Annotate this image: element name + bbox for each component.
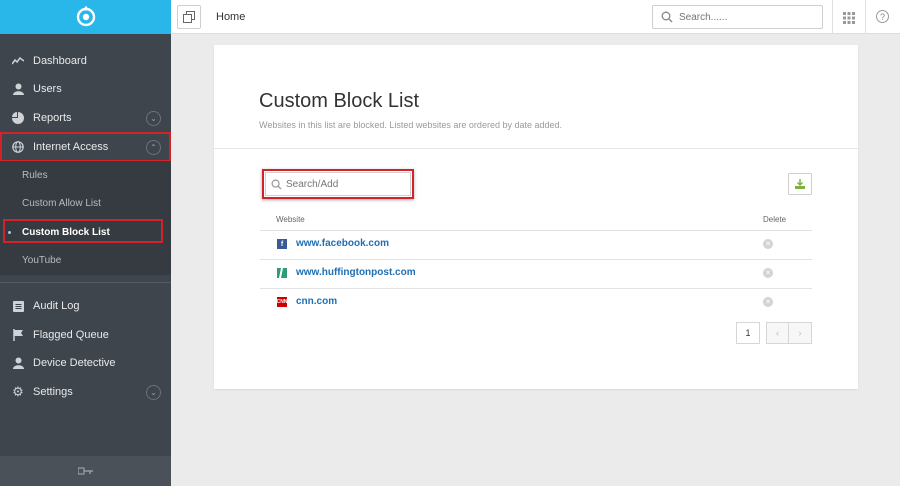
global-search-input[interactable] [679,11,819,23]
search-icon [661,11,673,23]
sidebar-item-settings[interactable]: ⚙ Settings ⌄ [0,378,171,406]
sidebar-item-label: Flagged Queue [33,329,109,341]
chevron-right-icon: › [798,328,802,338]
help-icon[interactable]: ? [876,10,889,23]
delete-icon[interactable]: ✕ [763,297,773,307]
website-link[interactable]: www.facebook.com [296,238,389,249]
windows-icon [183,11,195,23]
delete-icon[interactable]: ✕ [763,239,773,249]
sidebar-divider [0,282,171,283]
cnn-icon: CNN [276,297,288,307]
internet-access-submenu: Rules Custom Allow List Custom Block Lis… [0,161,171,275]
user-icon [11,356,25,370]
logo-bar [0,0,171,34]
pie-chart-icon [11,111,25,125]
submenu-item-label: Custom Allow List [22,197,101,209]
next-page-button[interactable]: › [789,322,812,344]
download-button[interactable] [788,173,812,195]
sidebar-item-internet-access[interactable]: Internet Access ⌃ [0,133,171,161]
active-dot-icon [8,231,11,234]
sidebar-item-flagged-queue[interactable]: Flagged Queue [0,321,171,349]
submenu-item-youtube[interactable]: YouTube [0,246,171,274]
flag-icon [11,328,25,342]
page-title: Custom Block List [259,90,420,112]
row-divider [260,288,812,289]
page-number-button[interactable]: 1 [736,322,760,344]
pagination: 1 ‹ › [736,322,812,344]
chevron-left-icon: ‹ [776,328,779,338]
delete-icon[interactable]: ✕ [763,268,773,278]
sidebar-item-dashboard[interactable]: Dashboard [0,47,171,75]
sidebar-item-reports[interactable]: Reports ⌄ [0,104,171,132]
logo-icon[interactable] [75,6,97,28]
gear-icon: ⚙ [12,384,24,399]
submenu-item-label: Rules [22,169,48,181]
submenu-item-custom-block-list[interactable]: Custom Block List [0,218,171,246]
sidebar-item-audit-log[interactable]: Audit Log [0,292,171,320]
search-add-input[interactable] [286,178,404,190]
breadcrumb[interactable]: Home [216,11,245,23]
global-search[interactable] [652,5,823,29]
submenu-item-custom-allow-list[interactable]: Custom Allow List [0,189,171,217]
submenu-item-label: YouTube [22,254,62,266]
sidebar-item-users[interactable]: Users [0,75,171,103]
sidebar-item-label: Device Detective [33,357,116,369]
table-header-divider [260,230,812,231]
user-icon [11,82,25,96]
facebook-icon: f [277,239,287,249]
activity-icon [11,54,25,68]
chevron-down-icon[interactable]: ⌄ [146,385,161,400]
sidebar-item-label: Reports [33,112,72,124]
custom-block-list-card: Custom Block List Websites in this list … [214,45,858,389]
card-divider [214,148,858,149]
prev-page-button[interactable]: ‹ [766,322,789,344]
chevron-up-icon[interactable]: ⌃ [146,140,161,155]
huffingtonpost-icon [277,268,287,278]
collapse-icon [77,467,93,475]
submenu-item-label: Custom Block List [22,226,110,238]
globe-icon [11,140,25,154]
sidebar-item-label: Users [33,83,62,95]
website-link[interactable]: www.huffingtonpost.com [296,267,416,278]
sidebar-item-label: Dashboard [33,55,87,67]
sidebar-item-label: Internet Access [33,141,109,153]
sidebar: Dashboard Users Reports ⌄ Internet Acces… [0,0,171,486]
download-icon [795,179,805,189]
sidebar-item-device-detective[interactable]: Device Detective [0,349,171,377]
chevron-down-icon[interactable]: ⌄ [146,111,161,126]
column-header-delete: Delete [763,215,787,224]
page-subtitle: Websites in this list are blocked. Liste… [259,120,563,130]
sidebar-collapse-button[interactable] [0,456,171,486]
topbar: Home ? [171,0,900,34]
sidebar-item-label: Settings [33,386,73,398]
topbar-divider [865,0,866,34]
list-icon [11,299,25,313]
search-icon [271,179,282,190]
row-divider [260,259,812,260]
website-link[interactable]: cnn.com [296,296,337,307]
submenu-item-rules[interactable]: Rules [0,161,171,189]
sidebar-item-label: Audit Log [33,300,80,312]
search-add-field[interactable] [265,172,411,196]
topbar-divider [832,0,833,34]
column-header-website: Website [276,215,305,224]
window-toggle-button[interactable] [177,5,201,29]
apps-grid-icon[interactable] [843,11,855,29]
